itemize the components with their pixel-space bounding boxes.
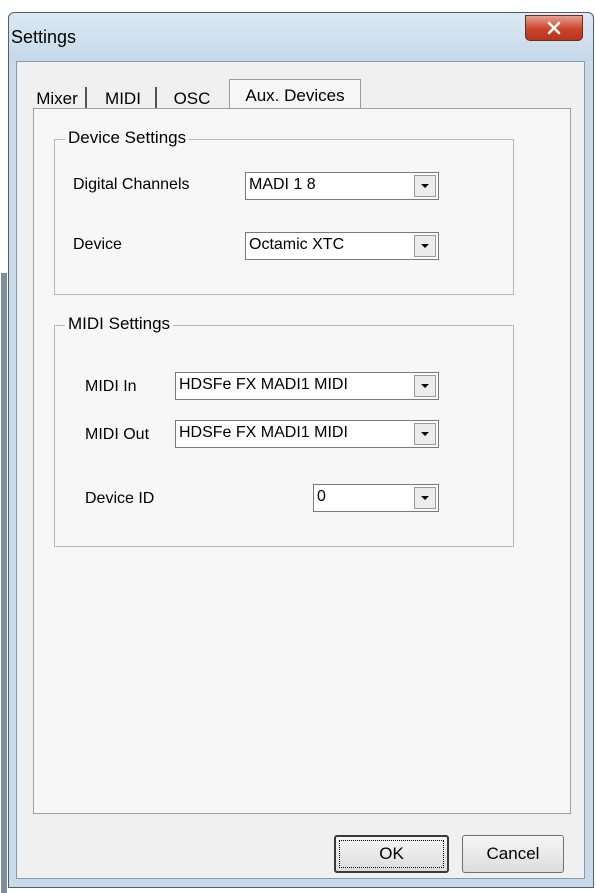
midi-in-label: MIDI In bbox=[85, 378, 137, 395]
tab-aux-devices[interactable]: Aux. Devices bbox=[229, 79, 361, 111]
title-bar[interactable]: Settings bbox=[9, 13, 593, 61]
window-title: Settings bbox=[11, 27, 77, 47]
dialog-client-area: Mixer MIDI OSC Aux. Devices Device Setti… bbox=[16, 61, 585, 879]
cancel-button-label: Cancel bbox=[486, 844, 540, 863]
tab-mixer-label: Mixer bbox=[36, 89, 78, 108]
device-settings-title: Device Settings bbox=[65, 128, 190, 148]
midi-settings-title: MIDI Settings bbox=[65, 314, 174, 334]
device-settings-group: Device Settings Digital Channels MADI 1 … bbox=[54, 128, 514, 295]
midi-out-label: MIDI Out bbox=[85, 426, 150, 443]
device-id-label: Device ID bbox=[85, 490, 155, 507]
tab-osc-label: OSC bbox=[173, 89, 211, 108]
digital-channels-label: Digital Channels bbox=[73, 176, 190, 193]
device-id-select[interactable]: 0 bbox=[313, 484, 439, 512]
device-id-dropdown-button[interactable] bbox=[414, 487, 436, 509]
midi-out-value: HDSFe FX MADI1 MIDI bbox=[179, 424, 348, 441]
chevron-down-icon bbox=[421, 244, 429, 248]
chevron-down-icon bbox=[421, 496, 429, 500]
digital-channels-dropdown-button[interactable] bbox=[414, 175, 436, 197]
focus-ring bbox=[339, 840, 444, 868]
chevron-down-icon bbox=[421, 432, 429, 436]
device-label: Device bbox=[73, 236, 122, 253]
tab-aux-devices-label: Aux. Devices bbox=[245, 85, 345, 105]
device-select[interactable]: Octamic XTC bbox=[245, 232, 439, 260]
device-dropdown-button[interactable] bbox=[414, 235, 436, 257]
device-value: Octamic XTC bbox=[249, 236, 345, 253]
midi-in-value: HDSFe FX MADI1 MIDI bbox=[179, 376, 348, 393]
ok-button[interactable]: OK bbox=[334, 835, 449, 873]
midi-settings-group: MIDI Settings MIDI In HDSFe FX MADI1 MID… bbox=[54, 314, 514, 547]
chevron-down-icon bbox=[421, 384, 429, 388]
midi-out-dropdown-button[interactable] bbox=[414, 423, 436, 445]
tab-midi-label: MIDI bbox=[105, 89, 141, 108]
close-icon bbox=[547, 21, 561, 35]
midi-out-select[interactable]: HDSFe FX MADI1 MIDI bbox=[175, 420, 439, 448]
midi-in-dropdown-button[interactable] bbox=[414, 375, 436, 397]
device-id-value: 0 bbox=[317, 488, 326, 505]
digital-channels-select[interactable]: MADI 1 8 bbox=[245, 172, 439, 200]
digital-channels-value: MADI 1 8 bbox=[249, 176, 316, 193]
chevron-down-icon bbox=[421, 184, 429, 188]
window-frame-shadow bbox=[1, 273, 7, 893]
midi-in-select[interactable]: HDSFe FX MADI1 MIDI bbox=[175, 372, 439, 400]
settings-window: Settings Mixer MIDI OSC Aux. Devices Dev… bbox=[1, 12, 594, 893]
tab-panel-aux-devices: Device Settings Digital Channels MADI 1 … bbox=[33, 108, 571, 814]
cancel-button[interactable]: Cancel bbox=[462, 835, 564, 873]
close-button[interactable] bbox=[525, 15, 583, 41]
